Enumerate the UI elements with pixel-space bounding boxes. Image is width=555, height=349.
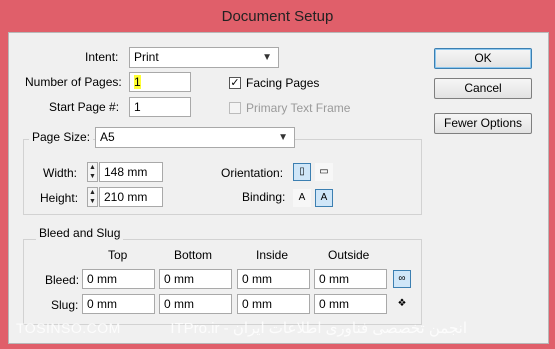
slug-inside-input[interactable]: 0 mm xyxy=(237,294,310,314)
column-header-inside: Inside xyxy=(256,248,289,262)
chevron-down-icon: ▼ xyxy=(278,132,288,143)
column-header-top: Top xyxy=(108,248,128,262)
page-size-value: A5 xyxy=(100,130,115,144)
binding-label: Binding: xyxy=(242,190,286,204)
bleed-outside-value: 0 mm xyxy=(319,272,349,286)
bleed-inside-value: 0 mm xyxy=(242,272,272,286)
broken-chain-link-icon[interactable]: ❖ xyxy=(393,295,411,313)
column-header-outside: Outside xyxy=(328,248,370,262)
bleed-slug-title: Bleed and Slug xyxy=(36,226,124,240)
height-stepper[interactable]: ▲ ▼ xyxy=(87,187,98,207)
watermark-right: انجمن تخصصی فناوری اطلاعات ایران - ITPro… xyxy=(170,320,467,337)
fewer-options-button[interactable]: Fewer Options xyxy=(434,113,532,134)
start-page-input[interactable]: 1 xyxy=(129,97,191,117)
width-label: Width: xyxy=(43,166,78,180)
primary-text-frame-checkbox[interactable] xyxy=(229,102,241,114)
width-value: 148 mm xyxy=(104,165,148,179)
slug-bottom-input[interactable]: 0 mm xyxy=(159,294,232,314)
primary-text-frame-label: Primary Text Frame xyxy=(246,101,351,115)
column-header-bottom: Bottom xyxy=(174,248,213,262)
pages-input[interactable]: 1 xyxy=(129,72,191,92)
facing-pages-label: Facing Pages xyxy=(246,76,320,90)
bleed-top-value: 0 mm xyxy=(87,272,117,286)
height-value: 210 mm xyxy=(104,190,148,204)
bleed-bottom-value: 0 mm xyxy=(164,272,194,286)
intent-select[interactable]: Print ▼ xyxy=(129,47,279,68)
chain-link-icon[interactable]: ∞ xyxy=(393,270,411,288)
bleed-inside-input[interactable]: 0 mm xyxy=(237,269,310,289)
slug-outside-input[interactable]: 0 mm xyxy=(314,294,387,314)
watermark-left: TOSINSO.COM xyxy=(16,320,121,336)
orientation-label: Orientation: xyxy=(221,166,284,180)
pages-value: 1 xyxy=(134,75,141,89)
intent-value: Print xyxy=(134,50,159,64)
ok-button[interactable]: OK xyxy=(434,48,532,69)
right-to-left-binding-icon[interactable]: A xyxy=(315,189,333,207)
height-input[interactable]: 210 mm xyxy=(99,187,163,207)
intent-label: Intent: xyxy=(85,50,119,64)
start-page-value: 1 xyxy=(134,100,141,114)
window-title: Document Setup xyxy=(221,8,334,25)
bleed-bottom-input[interactable]: 0 mm xyxy=(159,269,232,289)
bleed-outside-input[interactable]: 0 mm xyxy=(314,269,387,289)
bleed-label: Bleed: xyxy=(45,273,80,287)
landscape-orientation-icon[interactable]: ▭ xyxy=(315,163,333,181)
dialog-body: Intent: Print ▼ Number of Pages: 1 ✓ Fac… xyxy=(8,32,549,344)
slug-top-input[interactable]: 0 mm xyxy=(82,294,155,314)
width-input[interactable]: 148 mm xyxy=(99,162,163,182)
width-stepper[interactable]: ▲ ▼ xyxy=(87,162,98,182)
portrait-orientation-icon[interactable]: ▯ xyxy=(293,163,311,181)
slug-top-value: 0 mm xyxy=(87,297,117,311)
watermark: TOSINSO.COM انجمن تخصصی فناوری اطلاعات ا… xyxy=(0,318,555,344)
slug-bottom-value: 0 mm xyxy=(164,297,194,311)
start-page-label: Start Page #: xyxy=(49,100,120,114)
facing-pages-checkbox[interactable]: ✓ xyxy=(229,77,241,89)
height-label: Height: xyxy=(40,191,79,205)
slug-inside-value: 0 mm xyxy=(242,297,272,311)
slug-label: Slug: xyxy=(51,298,79,312)
chevron-down-icon: ▼ xyxy=(262,52,272,63)
cancel-button[interactable]: Cancel xyxy=(434,78,532,99)
pages-label: Number of Pages: xyxy=(25,75,122,89)
bleed-top-input[interactable]: 0 mm xyxy=(82,269,155,289)
left-to-right-binding-icon[interactable]: A xyxy=(293,189,311,207)
slug-outside-value: 0 mm xyxy=(319,297,349,311)
page-size-label: Page Size: xyxy=(29,130,94,144)
page-size-select[interactable]: A5 ▼ xyxy=(95,127,295,148)
